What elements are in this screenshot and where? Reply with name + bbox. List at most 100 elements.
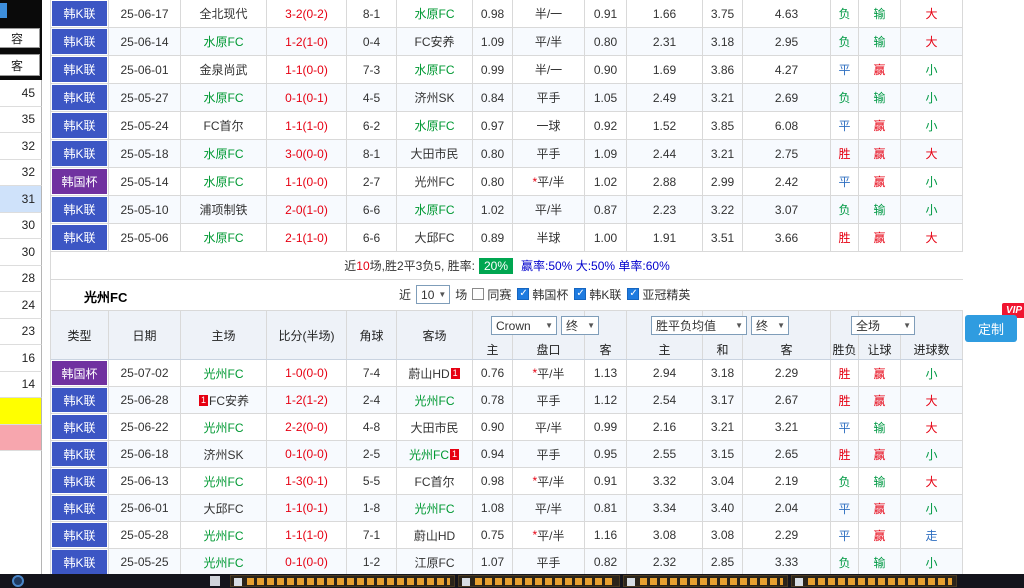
euro-home-odds: 2.55 [627,441,703,467]
home-team[interactable]: 光州FC [181,522,267,548]
table-header-band: Crown▼ 终▼ 胜平负均值▼ 终▼ 全场▼ 类型日期主场比分(半场)角球客场… [51,311,963,360]
euro-stage-value: 终 [756,317,768,334]
asian-home-odds: 0.89 [473,224,513,251]
home-team[interactable]: 光州FC [181,414,267,440]
sidebar-odds-cell: 23 [0,319,42,346]
games-label: 场 [455,286,467,303]
euro-draw-odds: 3.17 [703,387,743,413]
away-team[interactable]: 光州FC1 [397,441,473,467]
customize-button[interactable]: 定制 [965,315,1017,342]
league-label: 韩K联 [52,442,107,466]
away-team[interactable]: 光州FC [397,168,473,195]
match-row: 韩K联25-05-06水原FC2-1(1-0)6-6大邱FC0.89半球1.00… [51,224,963,252]
away-team[interactable]: 大田市民 [397,140,473,167]
league-label: 韩K联 [52,85,107,110]
asian-handicap: 平手 [513,549,585,575]
home-team[interactable]: 水原FC [181,140,267,167]
away-team[interactable]: FC首尔 [397,468,473,494]
team-name: 水原FC [415,201,455,218]
away-team[interactable]: 水原FC [397,0,473,27]
checkbox-k-league[interactable]: 韩K联 [574,286,621,303]
league-badge: 韩K联 [51,495,109,521]
euro-odds-type-select[interactable]: 胜平负均值▼ [651,316,747,335]
asian-handicap: *平/半 [513,360,585,386]
sidebar-odds-cell: 30 [0,213,42,240]
checkbox-acl-elite[interactable]: 亚冠精英 [627,286,690,303]
asian-away-odds: 1.13 [585,360,627,386]
home-team[interactable]: 水原FC [181,28,267,55]
corner-count: 2-7 [347,168,397,195]
taskbar-window-button[interactable] [623,575,788,587]
team-name: 大田市民 [410,419,458,436]
checkbox-korean-cup[interactable]: 韩国杯 [517,286,568,303]
browser-taskbar-icon[interactable] [12,575,24,587]
asian-away-odds: 0.95 [585,441,627,467]
home-team[interactable]: 浦项制铁 [181,196,267,223]
euro-draw-odds: 3.21 [703,414,743,440]
sidebar-odds-cell: 32 [0,133,42,160]
league-label: 韩国杯 [52,361,107,385]
away-team[interactable]: 济州SK [397,84,473,111]
taskbar-window-button[interactable] [791,575,957,587]
scope-select[interactable]: 全场▼ [851,316,915,335]
result-goals: 大 [901,224,963,251]
window-title-placeholder [808,578,952,585]
euro-draw-odds: 3.18 [703,28,743,55]
away-team[interactable]: 大邱FC [397,224,473,251]
taskbar-window-button[interactable] [230,575,455,587]
match-count-select[interactable]: 10▼ [416,285,450,304]
corner-count: 8-1 [347,140,397,167]
match-score: 1-2(1-2) [267,387,347,413]
away-team[interactable]: FC安养 [397,28,473,55]
taskbar-window-button[interactable] [458,575,620,587]
match-row: 韩K联25-06-13光州FC1-3(0-1)5-5FC首尔0.98*平/半0.… [51,468,963,495]
bookmaker-select[interactable]: Crown▼ [491,316,557,335]
column-header: 类型 [51,311,109,359]
asian-away-odds: 0.91 [585,468,627,494]
away-team[interactable]: 光州FC [397,495,473,521]
taskbar-app-icon[interactable] [210,576,220,586]
home-team[interactable]: 光州FC [181,360,267,386]
match-count-value: 10 [421,288,434,302]
euro-away-odds: 4.27 [743,56,831,83]
league-label: 韩K联 [52,469,107,493]
away-team[interactable]: 水原FC [397,196,473,223]
euro-home-odds: 2.49 [627,84,703,111]
home-team[interactable]: 济州SK [181,441,267,467]
corner-count: 2-5 [347,441,397,467]
home-team[interactable]: 金泉尚武 [181,56,267,83]
euro-away-odds: 2.19 [743,468,831,494]
checkbox-icon[interactable] [574,288,586,300]
checkbox-icon[interactable] [627,288,639,300]
asian-away-odds: 0.91 [585,0,627,27]
away-team[interactable]: 光州FC [397,387,473,413]
euro-away-odds: 2.65 [743,441,831,467]
asian-away-odds: 1.09 [585,140,627,167]
home-team[interactable]: 全北现代 [181,0,267,27]
away-team[interactable]: 水原FC [397,112,473,139]
home-team[interactable]: 光州FC [181,549,267,575]
home-team[interactable]: FC首尔 [181,112,267,139]
away-team[interactable]: 大田市民 [397,414,473,440]
home-team[interactable]: 光州FC [181,468,267,494]
checkbox-icon[interactable] [472,288,484,300]
away-team[interactable]: 蔚山HD1 [397,360,473,386]
euro-odds-stage-select[interactable]: 终▼ [751,316,789,335]
home-team[interactable]: 水原FC [181,168,267,195]
away-team[interactable]: 江原FC [397,549,473,575]
home-team[interactable]: 水原FC [181,224,267,251]
home-team[interactable]: 1FC安养 [181,387,267,413]
sidebar-odds-cell: 35 [0,107,42,134]
asian-odds-stage-select[interactable]: 终▼ [561,316,599,335]
sidebar-guest-label-text: 客 [11,57,23,74]
league-label: 韩K联 [52,225,107,250]
checkbox-icon[interactable] [517,288,529,300]
away-team[interactable]: 水原FC [397,56,473,83]
asian-away-odds: 1.12 [585,387,627,413]
match-row: 韩K联25-06-17全北现代3-2(0-2)8-1水原FC0.98半/一0.9… [51,0,963,28]
away-team[interactable]: 蔚山HD [397,522,473,548]
home-team[interactable]: 水原FC [181,84,267,111]
checkbox-same-game[interactable]: 同赛 [472,286,511,303]
result-handicap: 输 [859,414,901,440]
home-team[interactable]: 大邱FC [181,495,267,521]
